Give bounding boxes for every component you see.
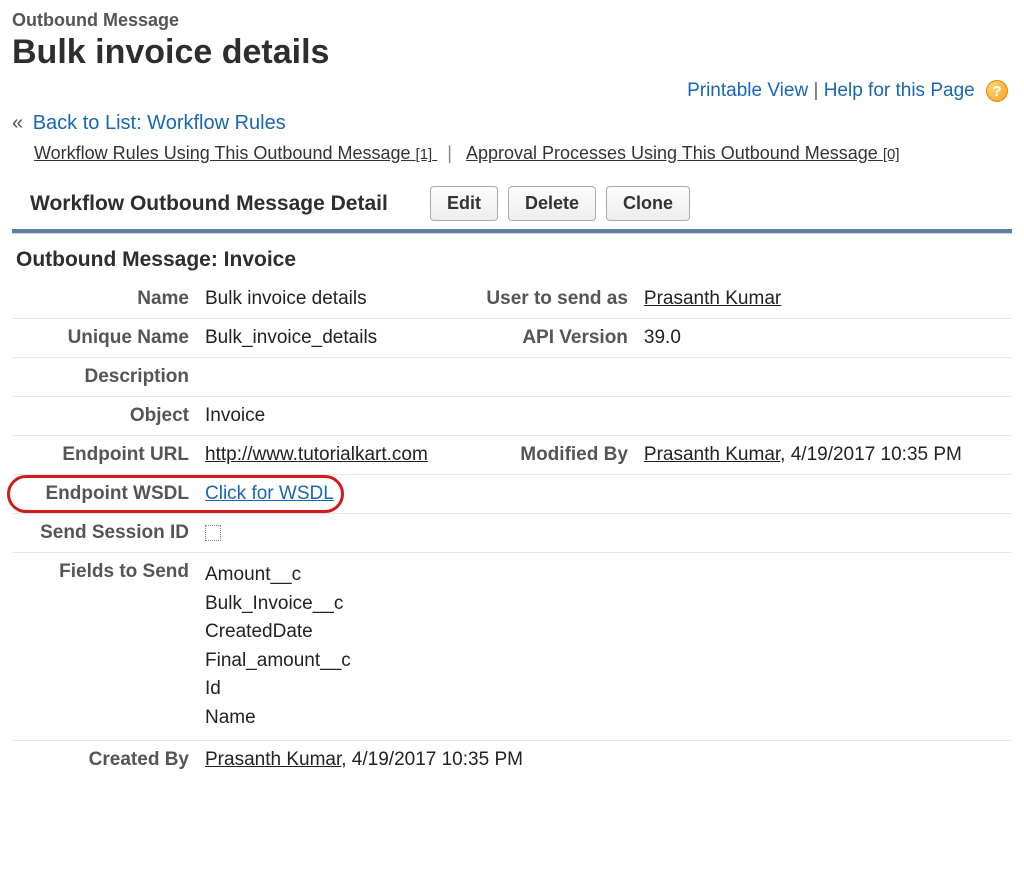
section-header-title: Workflow Outbound Message Detail <box>30 191 430 216</box>
label-endpoint-wsdl: Endpoint WSDL <box>12 475 197 514</box>
workflow-rules-using-link[interactable]: Workflow Rules Using This Outbound Messa… <box>34 143 437 163</box>
value-endpoint-url: http://www.tutorialkart.com <box>197 436 466 475</box>
row-endpoint-wsdl: Endpoint WSDL Click for WSDL <box>12 475 1012 514</box>
row-name: Name Bulk invoice details User to send a… <box>12 280 1012 319</box>
created-by-user-link[interactable]: Prasanth Kumar <box>205 749 341 770</box>
field-item: Name <box>205 704 1004 733</box>
clone-button[interactable]: Clone <box>606 186 690 221</box>
section-header-row: Workflow Outbound Message Detail Edit De… <box>30 186 1012 221</box>
approval-processes-using-link[interactable]: Approval Processes Using This Outbound M… <box>466 143 900 163</box>
value-user-to-send: Prasanth Kumar <box>636 280 1012 319</box>
value-object: Invoice <box>197 397 466 436</box>
field-item: Id <box>205 675 1004 704</box>
field-item: Amount__c <box>205 561 1004 590</box>
field-item: Final_amount__c <box>205 647 1004 676</box>
modified-by-date: , 4/19/2017 10:35 PM <box>780 444 962 465</box>
label-fields: Fields to Send <box>12 553 197 741</box>
button-group: Edit Delete Clone <box>430 186 690 221</box>
value-fields: Amount__cBulk_Invoice__cCreatedDateFinal… <box>197 553 1012 741</box>
click-for-wsdl-link[interactable]: Click for WSDL <box>205 483 334 504</box>
created-by-date: , 4/19/2017 10:35 PM <box>341 749 523 770</box>
help-for-page-link[interactable]: Help for this Page <box>824 80 975 101</box>
value-send-session <box>197 514 466 553</box>
label-send-session: Send Session ID <box>12 514 197 553</box>
field-item: CreatedDate <box>205 618 1004 647</box>
label-description: Description <box>12 358 197 397</box>
label-object: Object <box>12 397 197 436</box>
back-to-list-link[interactable]: Back to List: Workflow Rules <box>33 112 286 134</box>
row-description: Description <box>12 358 1012 397</box>
back-row: « Back to List: Workflow Rules <box>12 112 1012 135</box>
value-api-version: 39.0 <box>636 319 1012 358</box>
user-to-send-link[interactable]: Prasanth Kumar <box>644 288 781 309</box>
value-name: Bulk invoice details <box>197 280 466 319</box>
endpoint-url-link[interactable]: http://www.tutorialkart.com <box>205 444 428 465</box>
row-fields-to-send: Fields to Send Amount__cBulk_Invoice__cC… <box>12 553 1012 741</box>
subsection-title: Outbound Message: Invoice <box>16 248 1012 272</box>
breadcrumb: Outbound Message <box>12 10 1012 31</box>
label-modified-by: Modified By <box>466 436 636 475</box>
field-item: Bulk_Invoice__c <box>205 590 1004 619</box>
send-session-checkbox-icon <box>205 525 221 541</box>
detail-table: Name Bulk invoice details User to send a… <box>12 280 1012 779</box>
value-description <box>197 358 466 397</box>
value-modified-by: Prasanth Kumar, 4/19/2017 10:35 PM <box>636 436 1012 475</box>
row-created-by: Created By Prasanth Kumar, 4/19/2017 10:… <box>12 741 1012 780</box>
label-endpoint-url: Endpoint URL <box>12 436 197 475</box>
printable-view-link[interactable]: Printable View <box>687 80 808 101</box>
modified-by-user-link[interactable]: Prasanth Kumar <box>644 444 780 465</box>
page-title: Bulk invoice details <box>12 33 1012 72</box>
row-object: Object Invoice <box>12 397 1012 436</box>
row-send-session: Send Session ID <box>12 514 1012 553</box>
help-icon[interactable] <box>986 80 1008 102</box>
value-unique-name: Bulk_invoice_details <box>197 319 466 358</box>
row-endpoint-url: Endpoint URL http://www.tutorialkart.com… <box>12 436 1012 475</box>
row-unique-name: Unique Name Bulk_invoice_details API Ver… <box>12 319 1012 358</box>
top-links: Printable View | Help for this Page <box>12 80 1008 102</box>
edit-button[interactable]: Edit <box>430 186 498 221</box>
value-created-by: Prasanth Kumar, 4/19/2017 10:35 PM <box>197 741 1012 780</box>
divider-bar <box>12 229 1012 234</box>
label-user-to-send: User to send as <box>466 280 636 319</box>
value-endpoint-wsdl: Click for WSDL <box>197 475 466 514</box>
label-unique-name: Unique Name <box>12 319 197 358</box>
related-links: Workflow Rules Using This Outbound Messa… <box>34 143 1012 164</box>
label-api-version: API Version <box>466 319 636 358</box>
delete-button[interactable]: Delete <box>508 186 596 221</box>
label-name: Name <box>12 280 197 319</box>
back-chevron-icon: « <box>12 112 23 134</box>
label-created-by: Created By <box>12 741 197 780</box>
highlight-annotation: Click for WSDL <box>205 483 334 505</box>
